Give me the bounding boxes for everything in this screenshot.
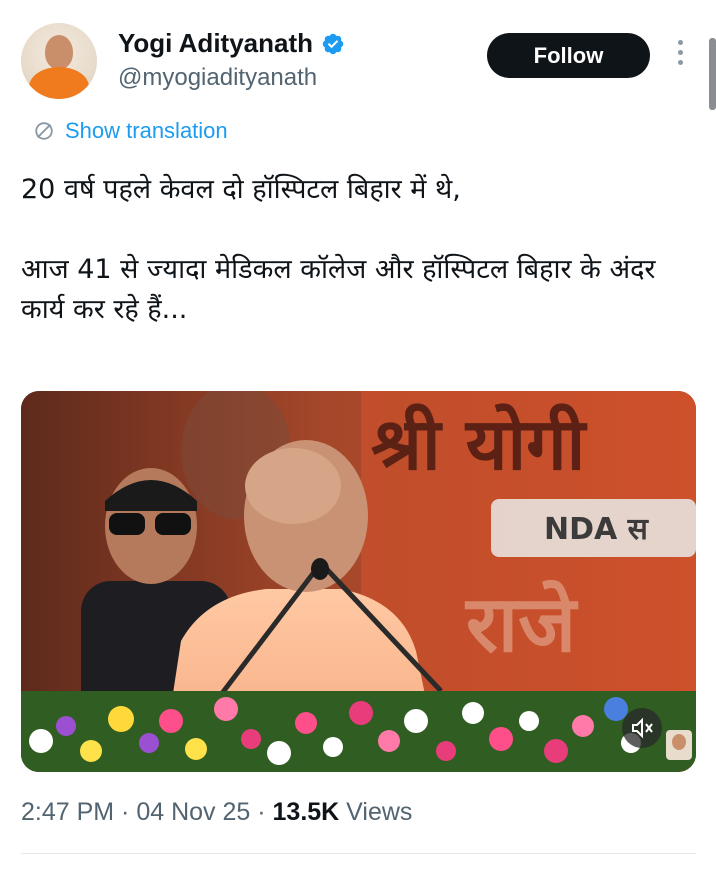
verified-badge-icon [322, 33, 344, 54]
views-label: Views [339, 798, 413, 826]
tweet-paragraph: आज 41 से ज्यादा मेडिकल कॉलेज और हॉस्पिटल… [21, 254, 656, 325]
banner-text-top: श्री योगी [371, 402, 588, 486]
author-name[interactable]: Yogi Adityanath [118, 28, 313, 59]
meta-separator: · [250, 798, 273, 826]
author-name-row: Yogi Adityanath [118, 28, 345, 59]
views-count[interactable]: 13.5K [273, 798, 340, 827]
more-vertical-icon[interactable] [672, 40, 688, 70]
scrollbar-thumb[interactable] [709, 38, 716, 110]
author-avatar[interactable] [21, 23, 97, 99]
tweet-paragraph: 20 वर्ष पहले केवल दो हॉस्पिटल बिहार में … [21, 174, 461, 205]
banner-text-badge: NDA स [544, 512, 650, 547]
more-dot [677, 50, 683, 55]
tweet-text: 20 वर्ष पहले केवल दो हॉस्पिटल बिहार में … [21, 170, 701, 330]
muted-speaker-icon[interactable] [622, 708, 662, 748]
video-frame: श्री योगी NDA स राजे [21, 391, 696, 772]
show-translation-label: Show translation [65, 118, 228, 143]
author-handle[interactable]: @myogiadityanath [118, 64, 317, 92]
tweet-video[interactable]: श्री योगी NDA स राजे [21, 391, 696, 772]
tweet-time[interactable]: 2:47 PM [21, 798, 114, 827]
translate-icon [35, 122, 53, 140]
avatar-head [45, 35, 73, 69]
meta-separator: · [114, 798, 137, 826]
divider [21, 853, 696, 854]
muted-speaker-glyph [632, 717, 653, 739]
tweet-meta: 2:47 PM · 04 Nov 25 · 13.5K Views [21, 798, 412, 827]
show-translation-link[interactable]: Show translation [33, 118, 228, 144]
avatar-body [29, 67, 89, 99]
follow-button[interactable]: Follow [487, 33, 650, 78]
banner-text-bottom: राजे [464, 579, 579, 670]
more-dot [677, 40, 683, 45]
tweet-date[interactable]: 04 Nov 25 [136, 798, 250, 827]
more-dot [677, 60, 683, 65]
avatar-mini-thumbnail [666, 730, 692, 760]
